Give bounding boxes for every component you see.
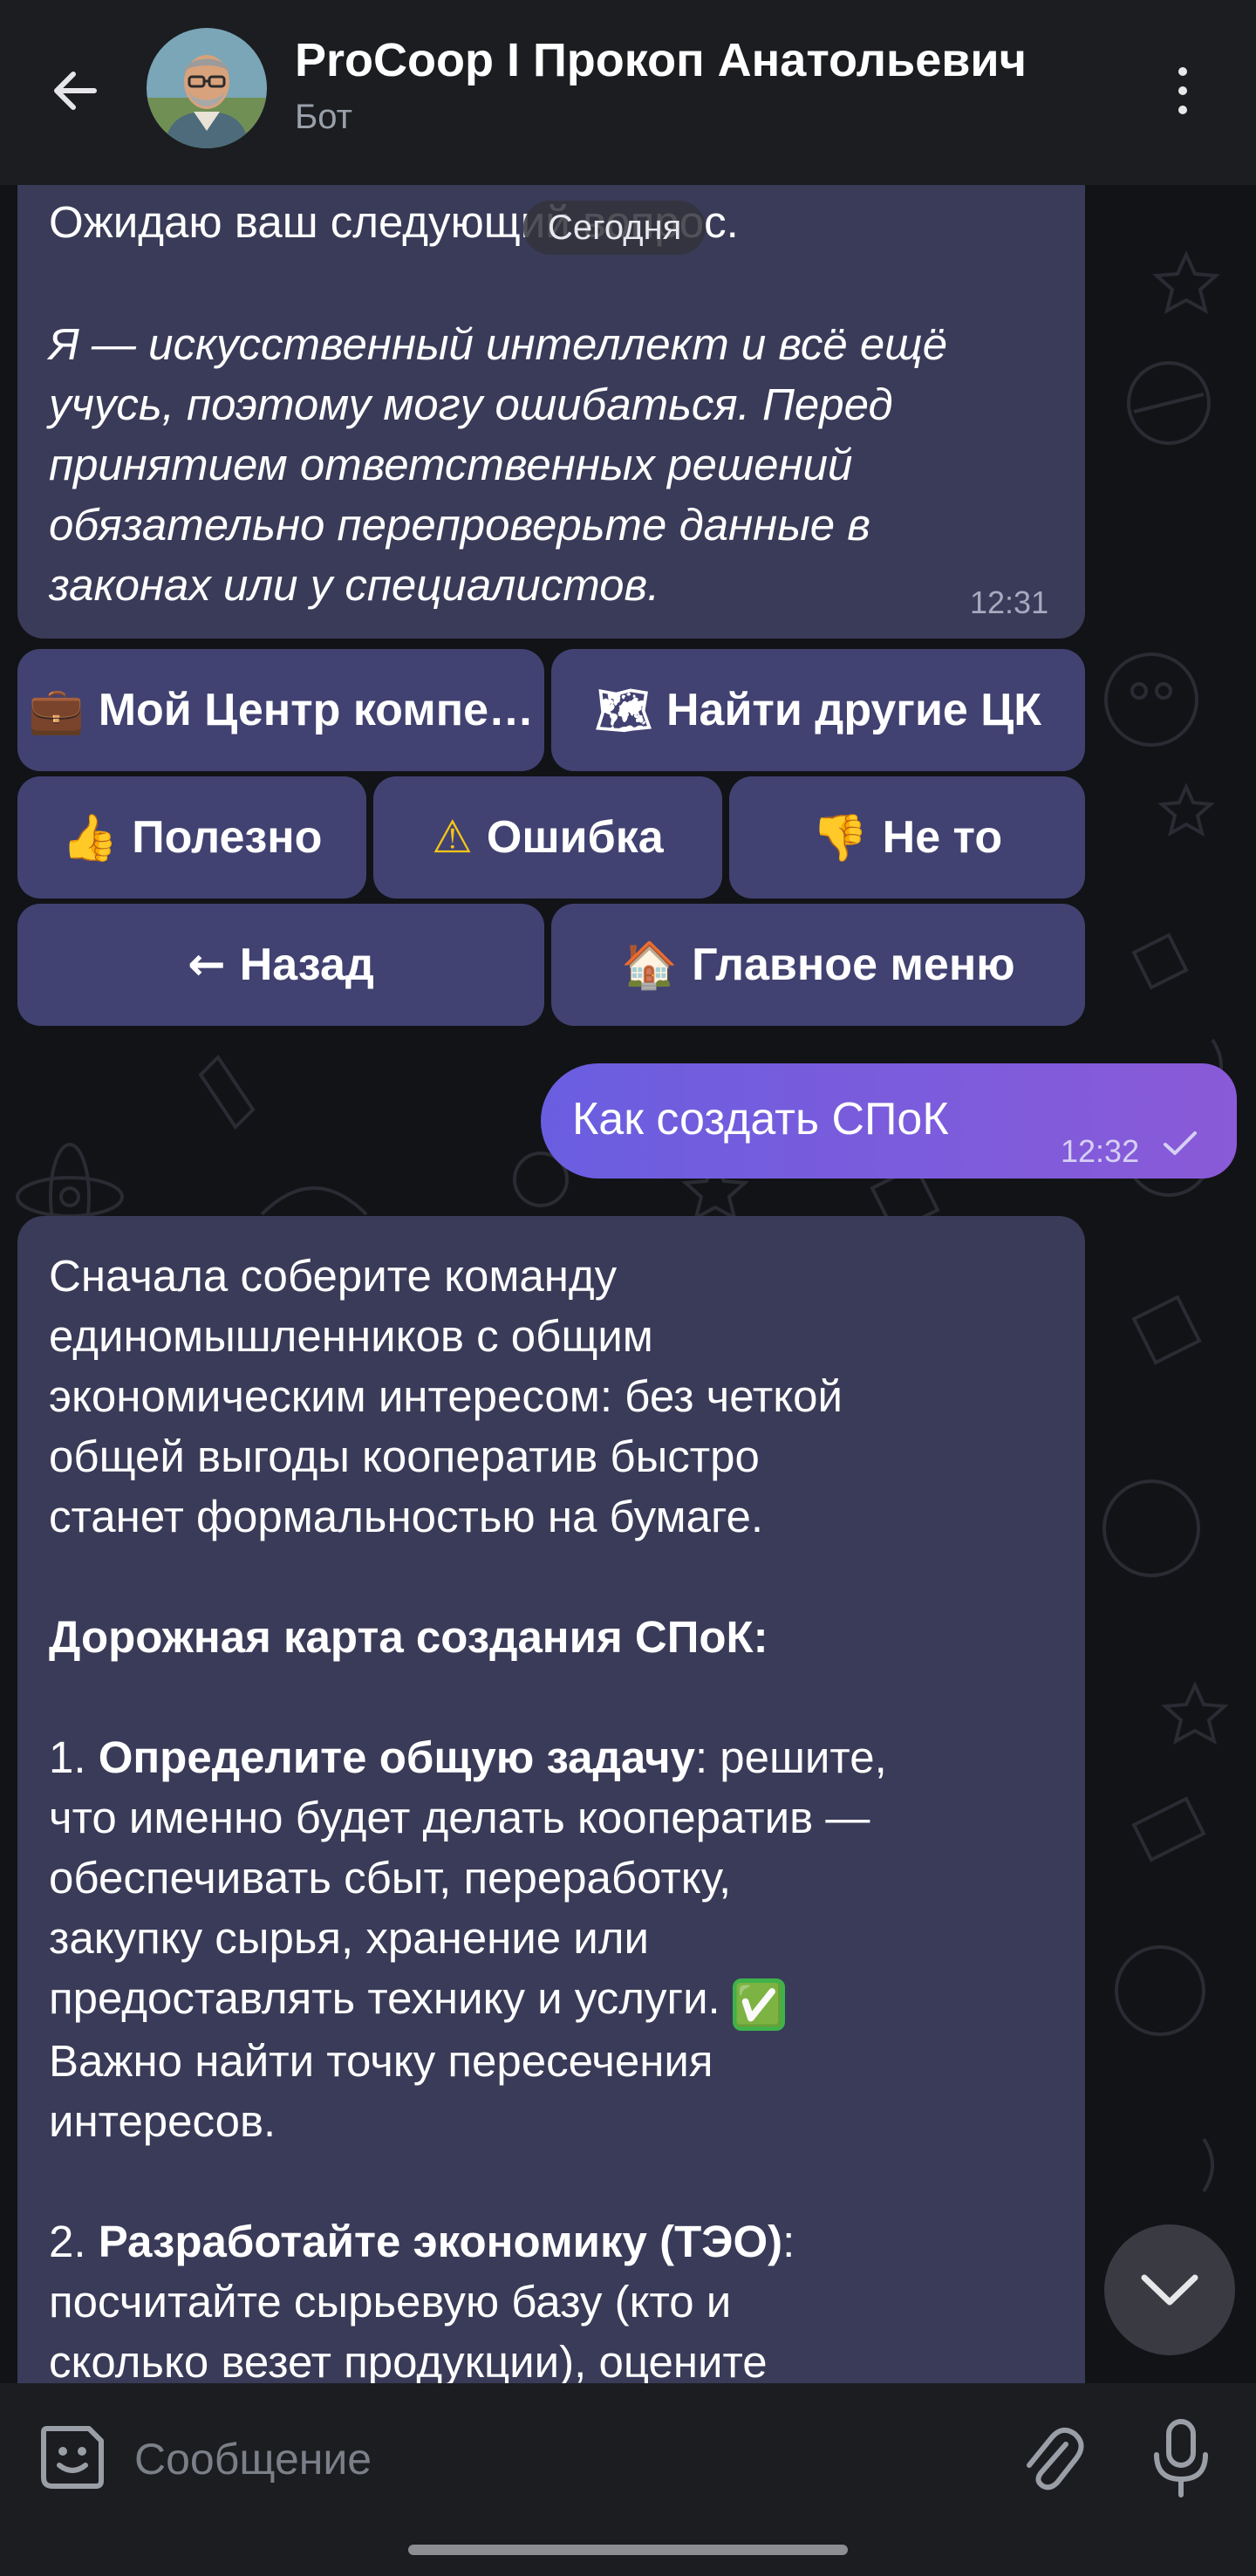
chat-area[interactable]: Сегодня Ожидаю ваш следующий вопрос. Я —… bbox=[0, 185, 1256, 2383]
main-menu-button[interactable]: 🏠 Главное меню bbox=[551, 904, 1085, 1026]
home-indicator[interactable] bbox=[408, 2545, 848, 2555]
my-center-button[interactable]: 💼 Мой Центр компе… bbox=[17, 649, 544, 771]
more-vertical-icon bbox=[1178, 67, 1187, 76]
sticker-icon[interactable] bbox=[35, 2420, 110, 2495]
check-mark-icon: ✅ bbox=[732, 1978, 785, 2031]
briefcase-icon: 💼 bbox=[27, 684, 85, 737]
thumbs-down-icon: 👎 bbox=[811, 811, 869, 864]
message-text: Как создать СПоК bbox=[572, 1094, 949, 1145]
more-menu-button[interactable] bbox=[1158, 58, 1207, 124]
message-composer bbox=[0, 2383, 1256, 2576]
house-icon: 🏠 bbox=[621, 939, 679, 992]
bot-message: Сначала соберите команду единомышленнико… bbox=[17, 1216, 1085, 2383]
map-icon: 🗺 bbox=[594, 684, 652, 737]
chat-subtitle: Бот bbox=[295, 98, 352, 136]
paperclip-icon[interactable] bbox=[1017, 2418, 1087, 2497]
microphone-icon[interactable] bbox=[1144, 2416, 1218, 2500]
message-text: Сначала соберите команду единомышленнико… bbox=[49, 1251, 887, 2383]
warning-icon: ⚠ bbox=[432, 811, 473, 864]
avatar[interactable] bbox=[147, 28, 267, 148]
chat-header: ProCoop I Прокоп Анатольевич Бот bbox=[0, 0, 1256, 185]
scroll-down-button[interactable] bbox=[1104, 2224, 1235, 2355]
back-menu-button[interactable]: ← Назад bbox=[17, 904, 544, 1026]
not-that-button[interactable]: 👎 Не то bbox=[729, 776, 1085, 899]
message-time: 12:31 bbox=[970, 584, 1049, 620]
message-time: 12:32 bbox=[1061, 1133, 1140, 1169]
thumbs-up-icon: 👍 bbox=[61, 811, 119, 864]
arrow-left-icon bbox=[54, 72, 97, 110]
error-button[interactable]: ⚠ Ошибка bbox=[373, 776, 722, 899]
useful-button[interactable]: 👍 Полезно bbox=[17, 776, 366, 899]
disclaimer-text: Я — искусственный интеллект и всё ещё уч… bbox=[49, 319, 948, 610]
chat-title[interactable]: ProCoop I Прокоп Анатольевич bbox=[295, 33, 1027, 87]
roadmap-heading: Дорожная карта создания СПоК: bbox=[49, 1612, 768, 1662]
find-other-centers-button[interactable]: 🗺 Найти другие ЦК bbox=[551, 649, 1085, 771]
check-icon bbox=[1164, 1131, 1197, 1155]
arrow-left-small-icon: ← bbox=[188, 939, 226, 991]
date-divider: Сегодня bbox=[523, 201, 706, 255]
user-message: Как создать СПоК 12:32 bbox=[541, 1063, 1237, 1179]
back-button[interactable] bbox=[42, 58, 108, 124]
message-input[interactable] bbox=[133, 2423, 956, 2495]
chevron-down-icon bbox=[1141, 2274, 1198, 2306]
